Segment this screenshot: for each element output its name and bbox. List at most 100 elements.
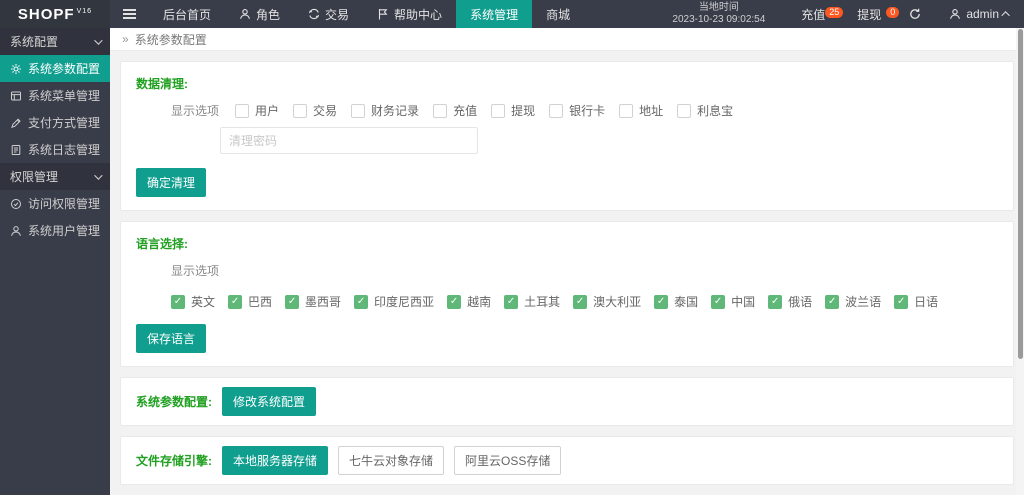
sidebar-item-system-users[interactable]: 系统用户管理: [0, 217, 110, 244]
nav-item-system[interactable]: 系统管理: [456, 0, 533, 28]
language-checkbox-group: ✓ 英文 ✓ 巴西 ✓ 墨西哥 ✓ 印度尼西亚 ✓ 越南 ✓ 土耳其 ✓ 澳大利…: [171, 293, 938, 310]
checkbox-option[interactable]: ✓ 墨西哥: [285, 293, 341, 310]
save-language-button[interactable]: 保存语言: [136, 324, 207, 353]
nav-item-role[interactable]: 角色: [225, 0, 294, 28]
checkbox-option[interactable]: 利息宝: [677, 102, 733, 119]
checkbox-option[interactable]: ✓ 印度尼西亚: [354, 293, 434, 310]
user-menu[interactable]: admin: [935, 7, 1024, 21]
checkbox-checked[interactable]: ✓: [285, 294, 300, 309]
checkbox-option[interactable]: 用户: [235, 102, 279, 119]
confirm-clean-button[interactable]: 确定清理: [136, 168, 207, 197]
local-time: 当地时间 2023-10-23 09:02:54: [672, 2, 765, 26]
brand-logo[interactable]: SHOPF V16: [0, 0, 110, 28]
storage-option-local-button[interactable]: 本地服务器存储: [222, 446, 329, 475]
nav-item-mall[interactable]: 商城: [532, 0, 584, 28]
checkbox-unchecked[interactable]: [491, 103, 506, 118]
checkbox-option[interactable]: ✓ 土耳其: [504, 293, 560, 310]
checkbox-option[interactable]: ✓ 越南: [447, 293, 491, 310]
username: admin: [966, 7, 999, 21]
checkbox-checked[interactable]: ✓: [447, 294, 462, 309]
nav-item-trade[interactable]: 交易: [294, 0, 363, 28]
system-params-card: 系统参数配置: 修改系统配置: [120, 377, 1014, 426]
withdraw-button[interactable]: 提现 0: [843, 6, 900, 23]
storage-option-qiniu-button[interactable]: 七牛云对象存储: [338, 446, 445, 475]
brand-logo-text: SHOPF: [17, 5, 75, 23]
checkbox-option[interactable]: ✓ 英文: [171, 293, 215, 310]
checkbox-label: 提现: [511, 104, 536, 118]
nav-item-home[interactable]: 后台首页: [149, 0, 225, 28]
checkbox-label: 用户: [255, 104, 280, 118]
checkbox-option[interactable]: ✓ 俄语: [768, 293, 812, 310]
checkbox-option[interactable]: 交易: [293, 102, 337, 119]
header-nav: 后台首页 角色 交易 帮助中心 系统管理 商城: [110, 0, 584, 28]
breadcrumb-separator: »: [122, 32, 129, 46]
checkbox-option[interactable]: ✓ 巴西: [228, 293, 272, 310]
checkbox-unchecked[interactable]: [235, 103, 250, 118]
checkbox-unchecked[interactable]: [619, 103, 634, 118]
chevron-down-icon: [94, 170, 103, 180]
options-label: 显示选项: [171, 104, 220, 118]
checkbox-unchecked[interactable]: [433, 103, 448, 118]
checkbox-label: 中国: [731, 295, 756, 309]
checkbox-checked[interactable]: ✓: [711, 294, 726, 309]
sidebar-item-system-menu[interactable]: 系统菜单管理: [0, 82, 110, 109]
modify-config-button[interactable]: 修改系统配置: [222, 387, 317, 416]
main-area: » 系统参数配置 数据清理: 显示选项 用户 交易 财务记录 充值 提现 银行卡…: [110, 28, 1024, 495]
language-options-row: 显示选项 ✓ 英文 ✓ 巴西 ✓ 墨西哥 ✓ 印度尼西亚 ✓ 越南 ✓ 土耳其 …: [171, 262, 998, 310]
recharge-button[interactable]: 充值 25: [787, 6, 844, 23]
top-header: SHOPF V16 后台首页 角色 交易 帮助中心 系统管理 商城 当地时间 2…: [0, 0, 1024, 28]
checkbox-option[interactable]: ✓ 波兰语: [825, 293, 881, 310]
checkbox-checked[interactable]: ✓: [504, 294, 519, 309]
storage-option-aliyun-button[interactable]: 阿里云OSS存储: [454, 446, 562, 475]
clean-password-input[interactable]: [220, 127, 478, 154]
hamburger-icon: [123, 13, 136, 15]
flag-icon: [377, 8, 389, 20]
checkbox-unchecked[interactable]: [549, 103, 564, 118]
refresh-button[interactable]: [895, 8, 935, 20]
checkbox-label: 英文: [191, 295, 216, 309]
checkbox-checked[interactable]: ✓: [354, 294, 369, 309]
sidebar-item-access-permissions[interactable]: 访问权限管理: [0, 190, 110, 217]
checkbox-option[interactable]: 地址: [619, 102, 663, 119]
checkbox-option[interactable]: 提现: [491, 102, 535, 119]
storage-engine-title: 文件存储引擎:: [136, 454, 212, 468]
local-time-label: 当地时间: [698, 2, 739, 13]
checkbox-option[interactable]: ✓ 澳大利亚: [573, 293, 641, 310]
checkbox-label: 充值: [453, 104, 478, 118]
nav-item-help[interactable]: 帮助中心: [363, 0, 456, 28]
checkbox-label: 地址: [639, 104, 664, 118]
checkbox-checked[interactable]: ✓: [573, 294, 588, 309]
checkbox-checked[interactable]: ✓: [768, 294, 783, 309]
scrollbar-thumb[interactable]: [1018, 29, 1023, 359]
checkbox-label: 利息宝: [697, 104, 734, 118]
checkbox-option[interactable]: 财务记录: [351, 102, 419, 119]
breadcrumb-current: 系统参数配置: [134, 32, 207, 47]
language-title: 语言选择:: [136, 237, 188, 251]
checkbox-label: 财务记录: [371, 104, 420, 118]
sidebar-item-system-logs[interactable]: 系统日志管理: [0, 136, 110, 163]
checkbox-checked[interactable]: ✓: [654, 294, 669, 309]
checkbox-unchecked[interactable]: [293, 103, 308, 118]
checkbox-option[interactable]: ✓ 日语: [894, 293, 938, 310]
checkbox-unchecked[interactable]: [351, 103, 366, 118]
sidebar-group-permissions[interactable]: 权限管理: [0, 163, 110, 190]
data-clean-card: 数据清理: 显示选项 用户 交易 财务记录 充值 提现 银行卡 地址 利息宝 清…: [120, 61, 1014, 211]
checkbox-checked[interactable]: ✓: [825, 294, 840, 309]
sidebar-collapse-button[interactable]: [110, 0, 149, 28]
checkbox-option[interactable]: ✓ 中国: [711, 293, 755, 310]
checkbox-option[interactable]: 充值: [433, 102, 477, 119]
refresh-icon: [909, 8, 921, 20]
checkbox-checked[interactable]: ✓: [171, 294, 185, 309]
checkbox-checked[interactable]: ✓: [894, 294, 909, 309]
chevron-up-icon: [1001, 11, 1010, 20]
sidebar-item-system-params[interactable]: 系统参数配置: [0, 55, 110, 82]
checkbox-unchecked[interactable]: [677, 103, 692, 118]
recharge-badge: 25: [825, 6, 844, 18]
sidebar-item-payment-methods[interactable]: 支付方式管理: [0, 109, 110, 136]
checkbox-option[interactable]: 银行卡: [549, 102, 605, 119]
checkbox-label: 澳大利亚: [593, 295, 642, 309]
vertical-scrollbar[interactable]: [1016, 28, 1024, 495]
checkbox-option[interactable]: ✓ 泰国: [654, 293, 698, 310]
sidebar-group-system-config[interactable]: 系统配置: [0, 28, 110, 55]
checkbox-checked[interactable]: ✓: [228, 294, 243, 309]
